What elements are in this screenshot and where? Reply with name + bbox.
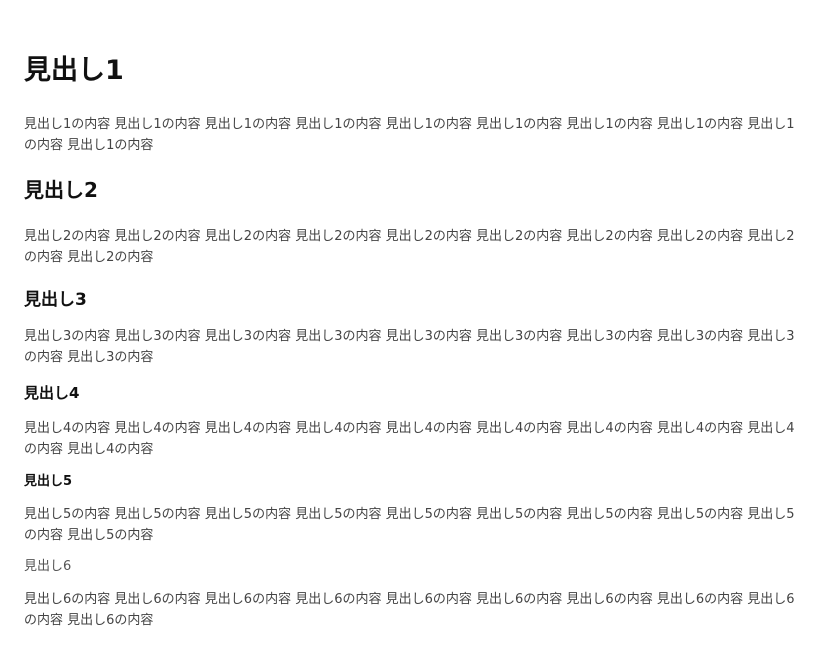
- section-heading-4: 見出し4 見出し4の内容 見出し4の内容 見出し4の内容 見出し4の内容 見出し…: [24, 383, 796, 460]
- heading-1-content: 見出し1の内容 見出し1の内容 見出し1の内容 見出し1の内容 見出し1の内容 …: [24, 117, 795, 153]
- heading-3-content: 見出し3の内容 見出し3の内容 見出し3の内容 見出し3の内容 見出し3の内容 …: [24, 329, 795, 365]
- heading-1: 見出し1: [24, 55, 124, 86]
- heading-6: 見出し6: [24, 559, 72, 574]
- heading-4: 見出し4: [24, 384, 80, 402]
- heading-4-content: 見出し4の内容 見出し4の内容 見出し4の内容 見出し4の内容 見出し4の内容 …: [24, 421, 795, 457]
- section-heading-2: 見出し2 見出し2の内容 見出し2の内容 見出し2の内容 見出し2の内容 見出し…: [24, 177, 796, 268]
- heading-5-content: 見出し5の内容 見出し5の内容 見出し5の内容 見出し5の内容 見出し5の内容 …: [24, 507, 795, 543]
- heading-5: 見出し5: [24, 474, 73, 489]
- section-heading-6: 見出し6 見出し6の内容 見出し6の内容 見出し6の内容 見出し6の内容 見出し…: [24, 558, 796, 631]
- heading-3: 見出し3: [24, 290, 87, 310]
- heading-2: 見出し2: [24, 178, 98, 202]
- section-heading-3: 見出し3 見出し3の内容 見出し3の内容 見出し3の内容 見出し3の内容 見出し…: [24, 289, 796, 368]
- section-heading-1: 見出し1 見出し1の内容 見出し1の内容 見出し1の内容 見出し1の内容 見出し…: [24, 54, 796, 156]
- heading-2-content: 見出し2の内容 見出し2の内容 見出し2の内容 見出し2の内容 見出し2の内容 …: [24, 229, 795, 265]
- document-content: 見出し1 見出し1の内容 見出し1の内容 見出し1の内容 見出し1の内容 見出し…: [0, 0, 824, 651]
- heading-6-content: 見出し6の内容 見出し6の内容 見出し6の内容 見出し6の内容 見出し6の内容 …: [24, 592, 795, 628]
- section-heading-5: 見出し5 見出し5の内容 見出し5の内容 見出し5の内容 見出し5の内容 見出し…: [24, 473, 796, 546]
